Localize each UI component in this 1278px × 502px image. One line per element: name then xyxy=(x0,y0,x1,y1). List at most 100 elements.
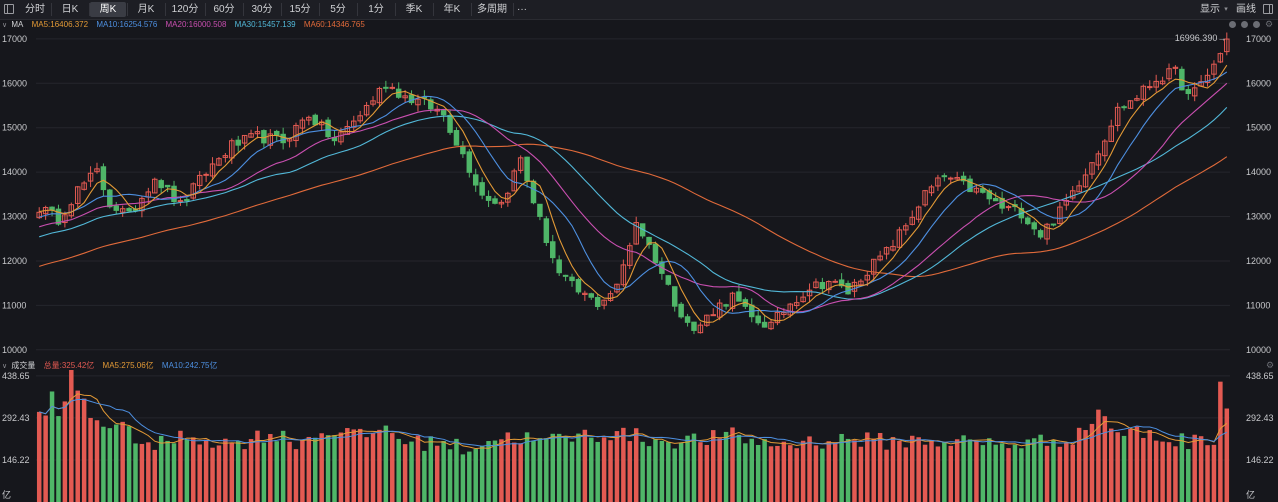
volume-bar xyxy=(768,446,774,502)
period-tab-6[interactable]: 30分 xyxy=(244,2,280,17)
volume-bar xyxy=(377,429,382,502)
period-tab-7[interactable]: 15分 xyxy=(282,2,318,17)
volume-bar xyxy=(1031,438,1037,502)
candle xyxy=(588,293,595,298)
minimize-icon[interactable] xyxy=(1229,21,1236,28)
candle xyxy=(665,275,672,285)
volume-bar xyxy=(672,448,677,502)
period-tab-2[interactable]: 周K xyxy=(90,2,126,17)
volume-bar xyxy=(107,428,113,502)
candle xyxy=(652,243,659,264)
volume-bar xyxy=(852,440,857,502)
volume-bar xyxy=(1166,442,1172,502)
period-toolbar: 分时 日K 周K 月K 120分 60分 30分 15分 5分 1分 季K 年K 多周期 ··· 显示 ▾… xyxy=(0,0,1278,20)
volume-bar xyxy=(133,443,138,502)
candle xyxy=(556,259,562,274)
volume-total-legend: 总量:325.42亿 xyxy=(43,361,95,370)
volume-bar xyxy=(1089,423,1095,502)
period-tab-4[interactable]: 120分 xyxy=(166,2,204,17)
candle xyxy=(460,145,466,155)
sidebar-toggle-icon[interactable] xyxy=(4,4,14,14)
candle xyxy=(184,199,190,202)
candle xyxy=(550,241,556,259)
period-tab-5[interactable]: 60分 xyxy=(206,2,242,17)
volume-bar xyxy=(479,445,485,502)
volume-bar xyxy=(101,426,106,502)
volume-bar xyxy=(993,444,998,502)
volume-bar xyxy=(357,428,363,502)
candle xyxy=(325,119,331,138)
volume-bar xyxy=(293,449,299,502)
gear-icon[interactable]: ⚙ xyxy=(1265,20,1273,29)
volume-bar xyxy=(916,437,921,502)
y-tick-left: 17000 xyxy=(2,34,27,44)
volume-bar xyxy=(922,444,928,502)
volume-bar xyxy=(505,432,511,502)
more-periods-button[interactable]: ··· xyxy=(514,2,530,17)
period-tab-1[interactable]: 日K xyxy=(52,2,88,17)
volume-collapse-chevron-icon[interactable]: ∨ xyxy=(2,363,7,370)
volume-gear-icon[interactable]: ⚙ xyxy=(1266,361,1274,370)
volume-bar xyxy=(569,441,575,502)
remove-indicator-icon[interactable] xyxy=(1253,21,1260,28)
volume-bar xyxy=(794,448,799,502)
volume-bar xyxy=(300,439,305,502)
volume-bar xyxy=(126,426,132,502)
volume-indicator-label[interactable]: 成交量 xyxy=(11,361,35,370)
y-tick-left: 15000 xyxy=(2,123,27,133)
price-chart[interactable]: 10000 10000 11000 11000 12000 12000 13000 13000… xyxy=(0,30,1278,358)
volume-bar xyxy=(345,428,350,502)
collapse-chevron-icon[interactable]: ∨ xyxy=(2,22,7,29)
add-indicator-icon[interactable] xyxy=(1241,21,1248,28)
volume-bar xyxy=(1096,409,1101,502)
period-tab-11[interactable]: 年K xyxy=(434,2,470,17)
volume-bar xyxy=(1006,448,1011,502)
volume-bar xyxy=(1192,434,1197,502)
volume-y-tick-left: 146.22 xyxy=(2,455,30,465)
period-tab-0[interactable]: 分时 xyxy=(20,2,50,17)
volume-bar xyxy=(730,427,735,502)
volume-bar xyxy=(531,440,536,502)
volume-bar xyxy=(62,401,68,502)
y-tick-left: 13000 xyxy=(2,212,27,222)
volume-bar xyxy=(81,398,87,502)
ma60-legend: MA60:14346.765 xyxy=(303,20,365,29)
candle xyxy=(164,184,171,188)
ma-indicator-label[interactable]: MA xyxy=(11,20,23,29)
chevron-down-icon[interactable]: ▾ xyxy=(1222,2,1230,17)
volume-bar xyxy=(422,450,427,502)
period-tab-10[interactable]: 季K xyxy=(396,2,432,17)
candle xyxy=(1147,86,1153,89)
period-tab-3[interactable]: 月K xyxy=(128,2,164,17)
draw-line-button[interactable]: 画线 xyxy=(1234,2,1258,17)
display-label: 显示 xyxy=(1200,4,1220,15)
volume-bar xyxy=(685,435,690,502)
y-tick-left: 11000 xyxy=(2,300,26,310)
volume-bar xyxy=(178,430,183,502)
candle xyxy=(691,321,697,331)
display-menu-button[interactable]: 显示 xyxy=(1196,2,1224,17)
volume-bar xyxy=(1102,416,1108,502)
volume-bar xyxy=(1051,440,1056,502)
draw-label: 画线 xyxy=(1236,4,1256,15)
candle xyxy=(845,282,851,295)
volume-bar xyxy=(1057,446,1063,502)
period-tab-8[interactable]: 5分 xyxy=(320,2,356,17)
last-price-label: 16996.390→ xyxy=(1175,33,1227,43)
volume-bar xyxy=(184,439,190,502)
volume-y-tick-right: 438.65 xyxy=(1246,371,1274,381)
volume-bar xyxy=(1121,435,1127,502)
ma10-legend: MA10:16254.576 xyxy=(96,20,158,29)
volume-bar xyxy=(261,442,267,502)
period-tab-9[interactable]: 1分 xyxy=(358,2,394,17)
period-tab-12[interactable]: 多周期 xyxy=(472,2,512,17)
volume-bar xyxy=(589,437,594,502)
candle xyxy=(492,198,498,204)
volume-chart[interactable]: 146.22 146.22 292.43 292.43 438.65 438.65 亿 亿 xyxy=(0,370,1278,502)
volume-bar xyxy=(601,437,607,502)
volume-bar xyxy=(454,438,459,502)
volume-unit-left: 亿 xyxy=(2,489,11,500)
volume-bar xyxy=(935,446,941,502)
right-panel-toggle-icon[interactable] xyxy=(1263,4,1273,14)
volume-bar xyxy=(492,440,498,502)
